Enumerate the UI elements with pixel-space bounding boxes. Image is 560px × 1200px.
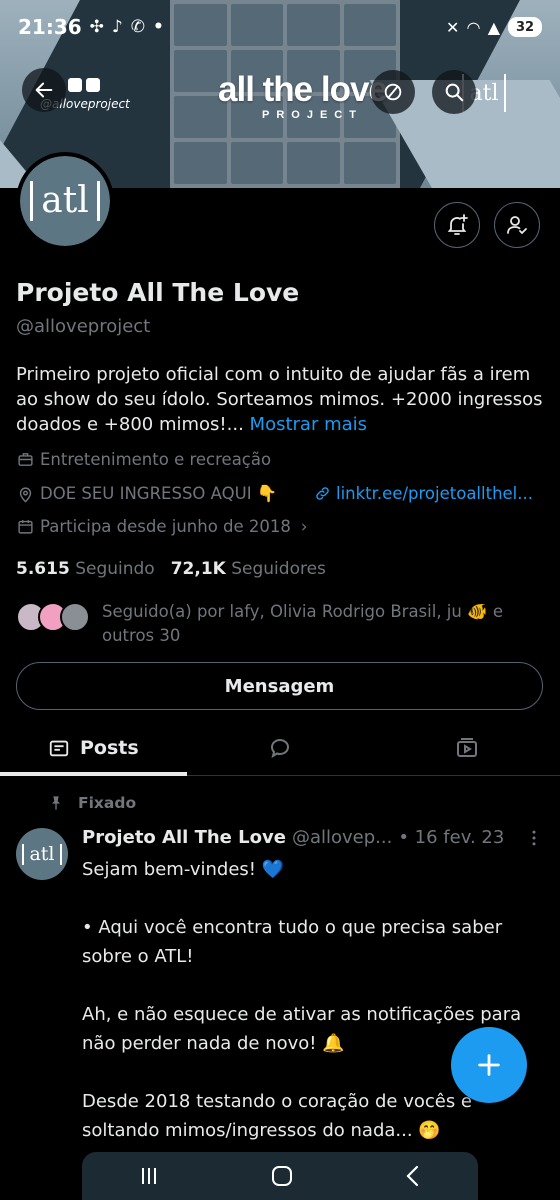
post-author-avatar[interactable]: atl	[16, 828, 68, 880]
profile-website-link[interactable]: linktr.ee/projetoallthel...	[314, 484, 533, 503]
website-text[interactable]: linktr.ee/projetoallthel...	[336, 484, 533, 503]
post-more-button[interactable]	[524, 828, 544, 852]
briefcase-icon	[17, 453, 33, 466]
more-options-button[interactable]	[371, 70, 415, 114]
message-button[interactable]: Mensagem	[16, 662, 543, 710]
profile-avatar[interactable]: atl	[16, 152, 114, 250]
bell-plus-icon	[447, 214, 468, 235]
tab-media[interactable]	[373, 720, 560, 775]
post-line	[82, 971, 542, 1000]
post-line: Sejam bem-vindes! 💙	[82, 859, 285, 880]
tab-replies[interactable]	[187, 720, 374, 775]
profile-handle: @alloveproject	[16, 316, 151, 337]
arrow-left-icon	[35, 82, 53, 98]
post-line	[82, 884, 542, 913]
dot-icon: •	[153, 17, 164, 37]
link-icon	[316, 487, 329, 500]
back-button[interactable]	[22, 68, 66, 112]
followers-count: 72,1K	[170, 559, 226, 579]
search-button[interactable]	[432, 70, 476, 114]
category-text: Entretenimento e recreação	[40, 450, 272, 469]
notifications-button[interactable]	[434, 202, 480, 248]
post-date[interactable]: • 16 fev. 23	[398, 827, 504, 848]
banner-social-icons	[68, 78, 100, 92]
post-text: Sejam bem-vindes! 💙 • Aqui você encontra…	[82, 855, 542, 1145]
overflow-icon	[384, 83, 402, 101]
user-check-icon	[507, 216, 527, 235]
following-button[interactable]	[494, 202, 540, 248]
recent-apps-icon[interactable]	[137, 1165, 161, 1187]
profile-tabs: Posts	[0, 720, 560, 776]
compose-button[interactable]	[451, 1027, 527, 1103]
joined-text: Participa desde junho de 2018	[40, 517, 291, 536]
battery-indicator: 32	[508, 17, 542, 37]
banner-brand-title: all the love	[218, 70, 388, 109]
avatar	[60, 602, 90, 632]
profile-location: DOE SEU INGRESSO AQUI 👇	[16, 484, 277, 504]
pin-icon	[52, 796, 60, 810]
search-icon	[445, 83, 464, 102]
follow-stats: 5.615 Seguindo 72,1K Seguidores	[16, 559, 326, 579]
tab-posts[interactable]: Posts	[0, 720, 187, 776]
profile-name: Projeto All The Love	[16, 278, 300, 307]
wifi-icon: ◠	[467, 17, 480, 37]
post-author-name[interactable]: Projeto All The Love	[82, 827, 286, 848]
home-icon[interactable]	[270, 1164, 294, 1188]
followers-label: Seguidores	[231, 559, 326, 579]
followed-by-row[interactable]: Seguido(a) por lafy, Olivia Rodrigo Bras…	[16, 600, 542, 648]
media-icon	[456, 737, 477, 757]
following-stat[interactable]: 5.615 Seguindo	[16, 559, 155, 579]
signal-icon: ▲	[487, 17, 500, 37]
post-header: Projeto All The Love @allovep... • 16 fe…	[82, 827, 504, 848]
plus-icon	[478, 1054, 500, 1076]
back-nav-icon[interactable]	[403, 1164, 423, 1188]
post-author-handle[interactable]: @allovep...	[292, 827, 392, 848]
followed-by-text: Seguido(a) por lafy, Olivia Rodrigo Bras…	[102, 602, 504, 645]
kebab-icon	[532, 830, 536, 846]
profile-joined-date[interactable]: Participa desde junho de 2018 ›	[16, 517, 308, 536]
following-count: 5.615	[16, 559, 70, 579]
banner-brand-subtitle: PROJECT	[262, 109, 363, 121]
calendar-icon	[17, 520, 33, 534]
pinned-indicator: Fixado	[48, 794, 136, 812]
posts-icon	[49, 740, 69, 756]
status-bar: 21:36 ✣ ♪ ✆ • ✕ ◠ ▲ 32	[0, 0, 560, 54]
mute-icon: ✕	[445, 17, 460, 37]
reply-bubble-icon	[271, 738, 289, 758]
pinwheel-icon: ✣	[89, 17, 104, 37]
profile-category: Entretenimento e recreação	[16, 450, 271, 469]
profile-bio: Primeiro projeto oficial com o intuito d…	[16, 362, 546, 437]
follower-avatars	[16, 600, 94, 634]
post-line: • Aqui você encontra tudo o que precisa …	[82, 917, 503, 967]
chevron-right-icon: ›	[300, 517, 308, 536]
tiktok-icon: ♪	[111, 17, 123, 37]
tab-posts-label: Posts	[79, 736, 139, 759]
pinned-label: Fixado	[78, 794, 137, 812]
whatsapp-icon: ✆	[130, 17, 146, 37]
system-navigation-bar	[82, 1152, 478, 1200]
post-avatar-logo-text: atl	[22, 843, 62, 865]
following-label: Seguindo	[75, 559, 155, 579]
show-more-link[interactable]: Mostrar mais	[250, 414, 367, 435]
location-pin-icon	[19, 486, 31, 503]
status-time: 21:36	[18, 15, 82, 39]
avatar-logo-text: atl	[30, 181, 100, 221]
followers-stat[interactable]: 72,1K Seguidores	[171, 559, 326, 579]
location-text: DOE SEU INGRESSO AQUI 👇	[40, 484, 278, 503]
